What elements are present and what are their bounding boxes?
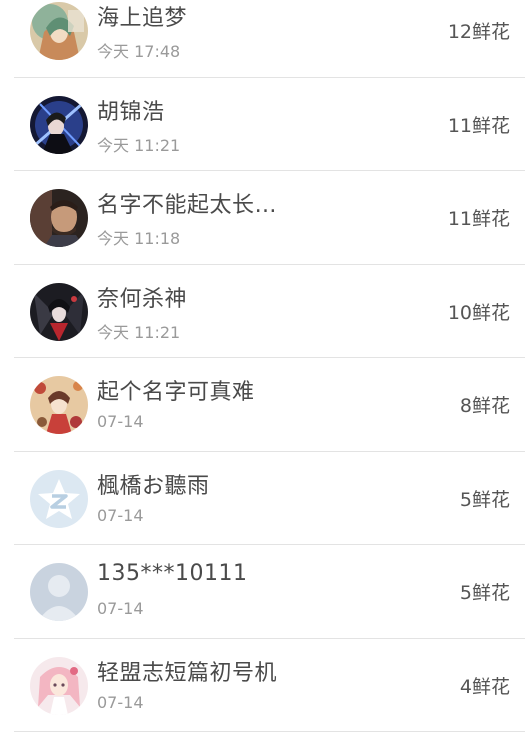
list-item[interactable]: 135***10111 07-14 5鲜花 [14, 545, 525, 639]
list-item[interactable]: 起个名字可真难 07-14 8鲜花 [14, 358, 525, 452]
flower-count: 5鲜花 [460, 485, 510, 512]
dark-anime-avatar[interactable] [30, 283, 88, 341]
qzone-star-default-avatar[interactable] [30, 470, 88, 528]
anime-girl-green-avatar[interactable] [30, 2, 88, 60]
man-portrait-avatar[interactable] [30, 189, 88, 247]
list-item[interactable]: 胡锦浩 今天 11:21 11鲜花 [14, 78, 525, 172]
default-person-avatar[interactable] [30, 563, 88, 621]
anime-girl-pink-avatar[interactable] [30, 657, 88, 715]
user-name: 奈何杀神 [97, 281, 187, 313]
list-item[interactable]: 海上追梦 今天 17:48 12鲜花 [14, 0, 525, 78]
user-name: 胡锦浩 [97, 94, 165, 126]
list-item[interactable]: 名字不能起太长… 今天 11:18 11鲜花 [14, 171, 525, 265]
timestamp: 07-14 [97, 599, 144, 618]
flower-ranking-list: 海上追梦 今天 17:48 12鲜花 胡锦浩 今天 11:21 11鲜花 [0, 0, 531, 732]
timestamp: 07-14 [97, 693, 144, 712]
flower-count: 5鲜花 [460, 578, 510, 605]
user-name: 名字不能起太长… [97, 187, 277, 219]
list-item[interactable]: 奈何杀神 今天 11:21 10鲜花 [14, 265, 525, 359]
flower-count: 12鲜花 [448, 17, 510, 44]
timestamp: 今天 17:48 [97, 38, 180, 62]
flower-count: 11鲜花 [448, 204, 510, 231]
timestamp: 今天 11:21 [97, 132, 180, 156]
flower-count: 11鲜花 [448, 111, 510, 138]
timestamp: 07-14 [97, 412, 144, 431]
user-name: 135***10111 [97, 561, 247, 586]
user-name: 起个名字可真难 [97, 374, 255, 406]
anime-girl-floral-avatar[interactable] [30, 376, 88, 434]
anime-swordsman-blue-avatar[interactable] [30, 96, 88, 154]
user-name: 楓橋お聽雨 [97, 468, 210, 500]
flower-count: 4鲜花 [460, 672, 510, 699]
flower-count: 8鲜花 [460, 391, 510, 418]
list-item[interactable]: 楓橋お聽雨 07-14 5鲜花 [14, 452, 525, 546]
list-item[interactable]: 轻盟志短篇初号机 07-14 4鲜花 [14, 639, 525, 732]
user-name: 海上追梦 [97, 0, 187, 32]
timestamp: 今天 11:21 [97, 319, 180, 343]
flower-count: 10鲜花 [448, 298, 510, 325]
user-name: 轻盟志短篇初号机 [97, 655, 277, 687]
timestamp: 今天 11:18 [97, 225, 180, 249]
timestamp: 07-14 [97, 506, 144, 525]
